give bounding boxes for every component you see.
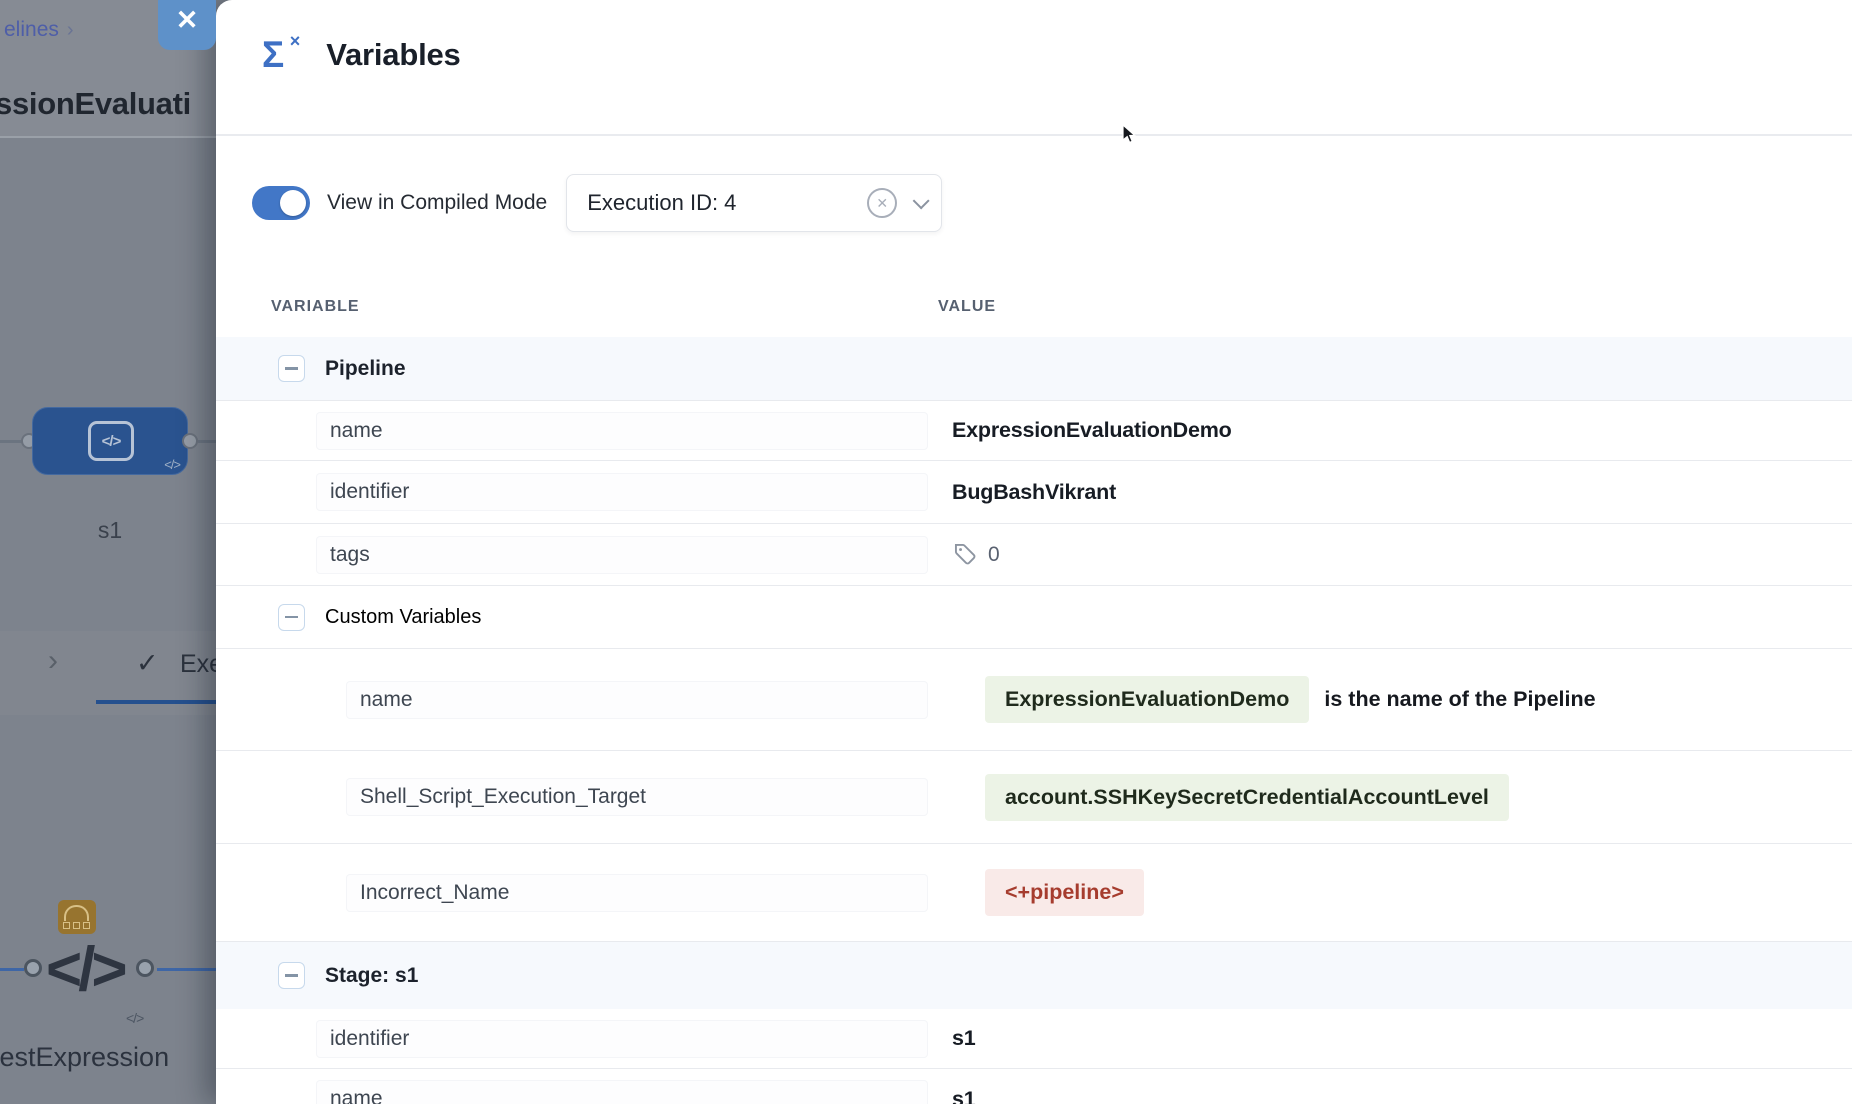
check-icon: ✓ — [136, 648, 159, 679]
pipeline-page-title: ssionEvaluati — [0, 86, 191, 122]
shell-script-step-icon: </> — [46, 934, 124, 1005]
toggle-knob — [280, 190, 306, 216]
variable-name: name — [346, 681, 928, 719]
clear-selection-icon[interactable]: ✕ — [867, 188, 897, 218]
drawer-controls: View in Compiled Mode Execution ID: 4 ✕ — [252, 174, 942, 232]
variable-name: name — [316, 1080, 928, 1104]
variable-value: s1 — [952, 1026, 976, 1051]
breadcrumb-label: elines — [4, 18, 59, 41]
dimmed-backdrop: elines › ssionEvaluati </> </> s1 › ✓ Exe… — [0, 0, 216, 1104]
header-divider — [216, 134, 1852, 136]
screen: elines › ssionEvaluati </> </> s1 › ✓ Exe… — [0, 0, 1852, 1104]
table-row: name s1 — [216, 1069, 1852, 1104]
stage-connector-dot-right — [182, 433, 198, 449]
breadcrumb-chevron-icon: › — [67, 19, 74, 41]
collapse-minus-icon[interactable] — [278, 604, 305, 631]
value-suffix-text: is the name of the Pipeline — [1324, 687, 1595, 712]
execution-id-select[interactable]: Execution ID: 4 ✕ — [566, 174, 942, 232]
table-row: Shell_Script_Execution_Target account.SS… — [216, 751, 1852, 844]
stage-node-s1: </> </> — [32, 407, 188, 475]
compiled-mode-toggle[interactable] — [252, 186, 310, 220]
close-icon: ✕ — [176, 5, 199, 36]
execution-id-value: Execution ID: 4 — [587, 190, 867, 216]
table-row: name ExpressionEvaluationDemo is the nam… — [216, 649, 1852, 751]
step-connector-dot-right — [136, 959, 154, 977]
active-tab-underline — [96, 700, 216, 704]
variable-value: BugBashVikrant — [952, 480, 1116, 505]
section-row-custom-variables[interactable]: Custom Variables — [216, 586, 1852, 649]
collapse-minus-icon[interactable] — [278, 355, 305, 382]
variable-name: identifier — [316, 473, 928, 511]
step-connector-line-right — [157, 968, 216, 971]
drawer-header: Σ× Variables — [262, 36, 461, 73]
tag-icon — [952, 541, 979, 568]
collapse-minus-icon[interactable] — [278, 962, 305, 989]
stage-connector-line-right — [198, 440, 216, 443]
barrier-step-badge-icon — [58, 900, 96, 934]
variable-name: Incorrect_Name — [346, 874, 928, 912]
section-title: Custom Variables — [325, 606, 481, 629]
compiled-mode-label: View in Compiled Mode — [327, 191, 547, 215]
step-connector-line-left — [0, 968, 24, 971]
stage-connector-line-left — [0, 440, 22, 443]
tab-execution: Exe — [180, 650, 216, 679]
topbar-divider — [0, 136, 216, 138]
drawer-title: Variables — [326, 37, 460, 73]
compiled-value-chip: account.SSHKeySecretCredentialAccountLev… — [985, 774, 1509, 821]
table-row: identifier BugBashVikrant — [216, 461, 1852, 524]
table-header: VARIABLE VALUE — [216, 276, 1852, 337]
close-drawer-button[interactable]: ✕ — [158, 0, 216, 50]
unresolved-expression-chip: <+pipeline> — [985, 869, 1144, 916]
step-code-mini-icon: </> — [126, 1010, 143, 1026]
compiled-value-chip: ExpressionEvaluationDemo — [985, 676, 1309, 723]
mouse-cursor-icon — [1122, 124, 1140, 146]
step-connector-dot-left — [24, 959, 42, 977]
table-row: Incorrect_Name <+pipeline> — [216, 844, 1852, 942]
breadcrumb: elines › — [4, 18, 74, 42]
variable-name: name — [316, 412, 928, 450]
variable-name: tags — [316, 536, 928, 574]
variables-drawer: Σ× Variables View in Compiled Mode Execu… — [216, 0, 1852, 1104]
section-row-stage-s1[interactable]: Stage: s1 — [216, 942, 1852, 1009]
stage-code-mini-icon: </> — [164, 457, 180, 472]
variables-sigma-icon: Σ× — [262, 36, 284, 73]
column-header-variable: VARIABLE — [271, 298, 938, 316]
variable-name: identifier — [316, 1020, 928, 1058]
variable-name: Shell_Script_Execution_Target — [346, 778, 928, 816]
table-row: tags 0 — [216, 524, 1852, 586]
column-header-value: VALUE — [938, 298, 996, 316]
stage-name-label: s1 — [70, 517, 150, 544]
collapse-chevron-icon: › — [48, 644, 58, 678]
variable-value: ExpressionEvaluationDemo — [952, 418, 1232, 443]
table-row: identifier s1 — [216, 1009, 1852, 1069]
tags-value: 0 — [952, 541, 1000, 568]
variables-table: VARIABLE VALUE Pipeline name ExpressionE… — [216, 276, 1852, 1104]
table-row: name ExpressionEvaluationDemo — [216, 401, 1852, 461]
chevron-down-icon — [913, 192, 930, 209]
variable-value: s1 — [952, 1087, 976, 1104]
section-row-pipeline[interactable]: Pipeline — [216, 337, 1852, 401]
section-title: Pipeline — [325, 357, 406, 381]
step-name-label: testExpression — [0, 1042, 169, 1073]
custom-stage-icon: </> — [88, 421, 134, 461]
section-title: Stage: s1 — [325, 964, 418, 988]
